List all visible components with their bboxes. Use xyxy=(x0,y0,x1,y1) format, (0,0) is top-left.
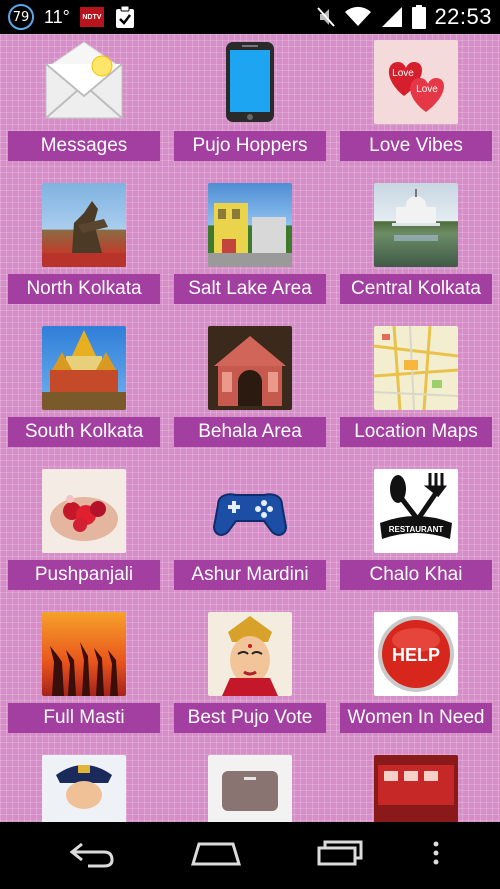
clock: 22:53 xyxy=(434,4,492,29)
police-photo xyxy=(42,755,126,822)
more-vertical-icon xyxy=(432,840,440,871)
tile-label: Chalo Khai xyxy=(340,560,492,590)
statue-photo xyxy=(42,183,126,267)
restaurant-icon: RESTAURANT xyxy=(374,469,458,553)
memorial-photo xyxy=(374,183,458,267)
help-button-icon: HELP xyxy=(374,612,458,696)
tile-label: North Kolkata xyxy=(8,274,160,304)
temperature-text: 11° xyxy=(44,6,70,27)
svg-text:Love: Love xyxy=(416,84,438,95)
recent-apps-icon xyxy=(315,840,365,871)
hearts-icon: Love Love xyxy=(374,40,458,124)
envelope-icon xyxy=(42,40,126,124)
tile-label: Central Kolkata xyxy=(340,274,492,304)
tile-label: Women In Need xyxy=(340,703,492,733)
tile-south-kolkata[interactable]: South Kolkata xyxy=(8,326,160,447)
tile-chalo-khai[interactable]: RESTAURANT Chalo Khai xyxy=(340,469,492,590)
back-button[interactable] xyxy=(52,826,132,886)
svg-text:Love: Love xyxy=(392,68,414,79)
tile-pushpanjali[interactable]: Pushpanjali xyxy=(8,469,160,590)
tile-label: South Kolkata xyxy=(8,417,160,447)
map-photo xyxy=(374,326,458,410)
flowers-photo xyxy=(42,469,126,553)
tile-label: Messages xyxy=(8,131,160,161)
battery-icon xyxy=(412,5,427,29)
clipboard-check-icon xyxy=(114,5,136,29)
temple-photo xyxy=(42,326,126,410)
box-photo xyxy=(208,755,292,822)
ndtv-news-icon: NDTV xyxy=(79,7,104,27)
mute-icon xyxy=(316,6,336,28)
overflow-menu-button[interactable] xyxy=(424,826,448,886)
dancers-photo xyxy=(42,612,126,696)
tile-pujo-hoppers[interactable]: Pujo Hoppers xyxy=(174,40,326,161)
tile-police[interactable] xyxy=(8,755,160,822)
status-bar: 79 11° NDTV 22:53 xyxy=(0,0,500,34)
back-arrow-icon xyxy=(68,838,116,873)
tile-ashur-mardini[interactable]: Ashur Mardini xyxy=(174,469,326,590)
tile-label: Pujo Hoppers xyxy=(174,131,326,161)
tile-location-maps[interactable]: Location Maps xyxy=(340,326,492,447)
tile-north-kolkata[interactable]: North Kolkata xyxy=(8,183,160,304)
tile-label: Pushpanjali xyxy=(8,560,160,590)
tile-label: Best Pujo Vote xyxy=(174,703,326,733)
menu-grid: Messages Pujo Hoppers Love Love Love Vib… xyxy=(8,40,492,822)
svg-text:HELP: HELP xyxy=(392,645,440,665)
app-content[interactable]: Messages Pujo Hoppers Love Love Love Vib… xyxy=(0,34,500,822)
tile-salt-lake-area[interactable]: Salt Lake Area xyxy=(174,183,326,304)
tile-women-in-need[interactable]: HELP Women In Need xyxy=(340,612,492,733)
tile-box[interactable] xyxy=(174,755,326,822)
firetruck-photo xyxy=(374,755,458,822)
tile-label: Ashur Mardini xyxy=(174,560,326,590)
phone-icon xyxy=(208,40,292,124)
tile-central-kolkata[interactable]: Central Kolkata xyxy=(340,183,492,304)
pandal-photo xyxy=(208,326,292,410)
gamepad-icon xyxy=(208,469,292,553)
signal-icon xyxy=(380,6,404,28)
tile-label: Love Vibes xyxy=(340,131,492,161)
tile-best-pujo-vote[interactable]: Best Pujo Vote xyxy=(174,612,326,733)
wifi-icon xyxy=(344,6,372,28)
tile-behala-area[interactable]: Behala Area xyxy=(174,326,326,447)
tile-label: Behala Area xyxy=(174,417,326,447)
home-icon xyxy=(189,840,243,871)
building-photo xyxy=(208,183,292,267)
recents-button[interactable] xyxy=(300,826,380,886)
tile-messages[interactable]: Messages xyxy=(8,40,160,161)
tile-label: Salt Lake Area xyxy=(174,274,326,304)
tile-love-vibes[interactable]: Love Love Love Vibes xyxy=(340,40,492,161)
navigation-bar xyxy=(0,822,500,889)
tile-full-masti[interactable]: Full Masti xyxy=(8,612,160,733)
svg-text:RESTAURANT: RESTAURANT xyxy=(389,525,444,534)
tile-label: Full Masti xyxy=(8,703,160,733)
home-button[interactable] xyxy=(176,826,256,886)
tile-label: Location Maps xyxy=(340,417,492,447)
durga-photo xyxy=(208,612,292,696)
notification-count-badge: 79 xyxy=(8,4,34,30)
tile-firetruck[interactable] xyxy=(340,755,492,822)
